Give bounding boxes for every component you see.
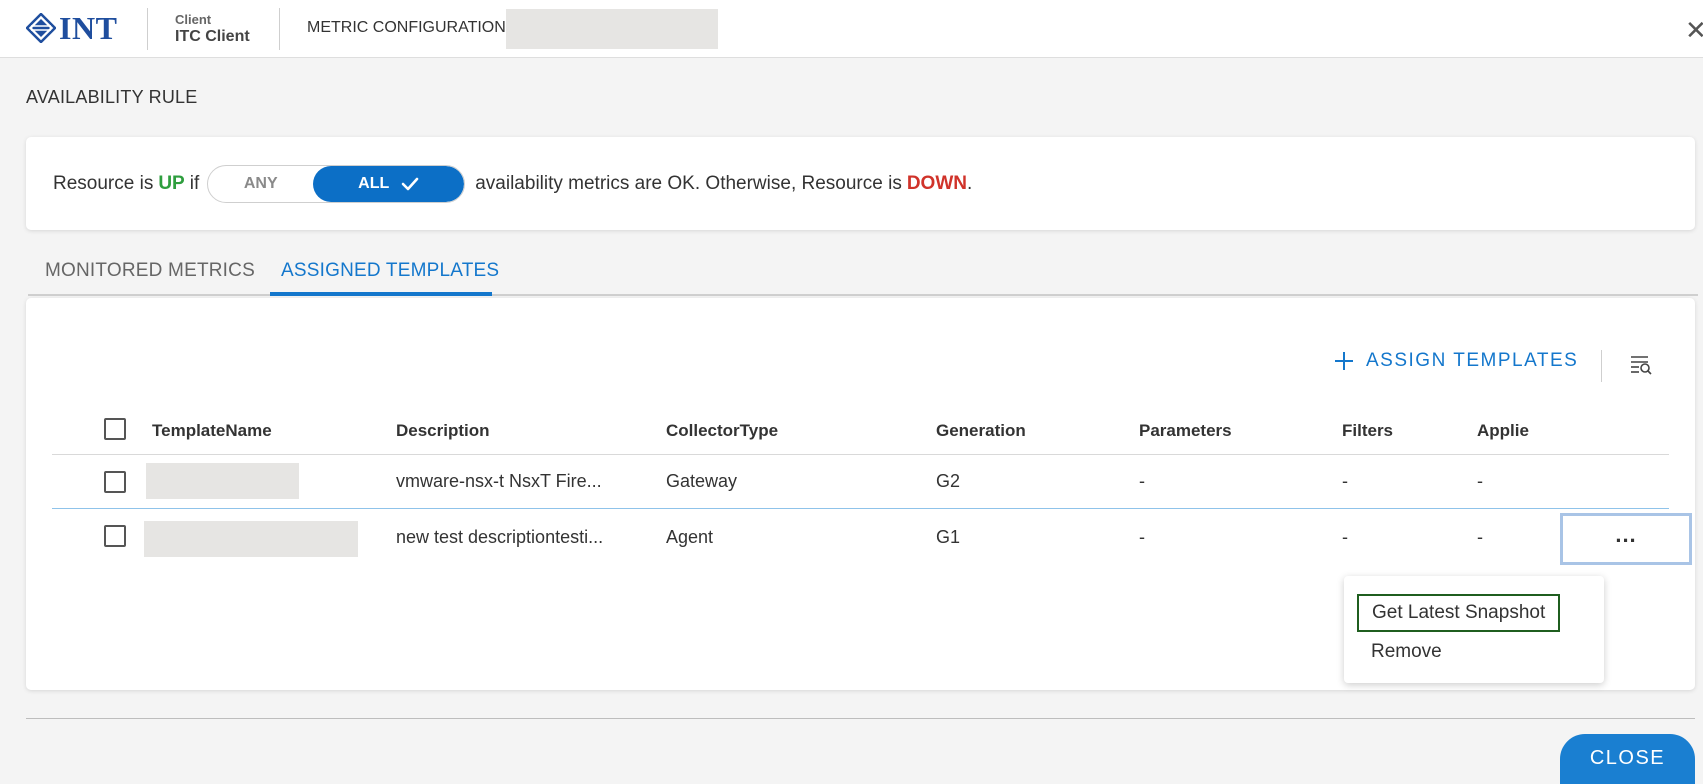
active-tab-indicator <box>270 292 492 296</box>
tab-bar: MONITORED METRICS ASSIGNED TEMPLATES <box>28 250 1698 296</box>
app-header: INT Client ITC Client METRIC CONFIGURATI… <box>0 0 1703 58</box>
header-divider <box>279 8 280 50</box>
column-header[interactable]: Applie <box>1477 421 1533 441</box>
plus-icon <box>1335 352 1353 370</box>
client-info: Client ITC Client <box>175 12 250 46</box>
toolbar-divider <box>1601 350 1602 382</box>
table-header: TemplateName Description CollectorType G… <box>52 408 1669 455</box>
row-checkbox[interactable] <box>104 471 126 493</box>
logo-text: INT <box>59 10 118 46</box>
row-description: vmware-nsx-t NsxT Fire... <box>396 471 602 491</box>
row-applied: - <box>1477 527 1483 547</box>
toggle-any-option[interactable]: ANY <box>208 166 313 202</box>
footer-divider <box>26 718 1695 719</box>
rule-prefix: Resource is <box>53 173 154 194</box>
row-actions-menu: Get Latest Snapshot Remove <box>1344 576 1604 683</box>
redacted-template-name <box>144 521 358 557</box>
down-status: DOWN <box>906 173 967 194</box>
up-status: UP <box>158 173 185 194</box>
column-header[interactable]: Generation <box>936 421 1026 441</box>
select-all-checkbox[interactable] <box>104 418 126 440</box>
rule-suffix: . <box>966 173 973 194</box>
column-header[interactable]: Filters <box>1342 421 1393 441</box>
checkmark-icon <box>401 177 419 191</box>
redacted-template-name <box>146 463 299 499</box>
row-filters: - <box>1342 471 1348 491</box>
column-header[interactable]: CollectorType <box>666 421 778 441</box>
row-description: new test descriptiontesti... <box>396 527 604 547</box>
row-applied: - <box>1477 471 1483 491</box>
column-header[interactable]: Parameters <box>1139 421 1232 441</box>
page-title: METRIC CONFIGURATION - <box>307 19 516 36</box>
section-title: AVAILABILITY RULE <box>26 87 198 107</box>
more-icon: ... <box>1615 522 1637 547</box>
header-divider <box>147 8 148 50</box>
assign-templates-label: ASSIGN TEMPLATES <box>1366 350 1579 371</box>
table-row[interactable]: new test descriptiontesti... Agent G1 - … <box>52 509 1692 565</box>
availability-rule-sentence: Resource is UP if ANY ALL availability m… <box>53 165 972 203</box>
search-filter-icon[interactable] <box>1630 355 1652 375</box>
row-collector-type: Gateway <box>666 471 738 491</box>
tab-monitored-metrics[interactable]: MONITORED METRICS <box>45 260 255 282</box>
rule-if: if <box>189 173 200 194</box>
row-collector-type: Agent <box>666 527 714 547</box>
int-logo[interactable]: INT <box>26 12 117 44</box>
any-all-toggle[interactable]: ANY ALL <box>207 165 466 203</box>
client-label: Client <box>175 12 212 27</box>
row-parameters: - <box>1139 527 1145 547</box>
column-header[interactable]: Description <box>396 421 490 441</box>
remove-item[interactable]: Remove <box>1371 641 1442 663</box>
availability-rule-card: Resource is UP if ANY ALL availability m… <box>26 137 1695 230</box>
close-icon[interactable]: ✕ <box>1685 17 1703 43</box>
client-name: ITC Client <box>175 28 250 45</box>
row-actions-button[interactable]: ... <box>1560 513 1692 565</box>
get-latest-snapshot-item[interactable]: Get Latest Snapshot <box>1357 594 1561 632</box>
rule-middle: availability metrics are OK. Otherwise, … <box>475 173 902 194</box>
assign-templates-button[interactable]: ASSIGN TEMPLATES <box>1334 350 1578 372</box>
row-generation: G2 <box>936 471 961 491</box>
tab-assigned-templates[interactable]: ASSIGNED TEMPLATES <box>281 260 499 282</box>
redacted-resource-name <box>506 9 718 49</box>
close-button[interactable]: CLOSE <box>1560 734 1695 784</box>
row-parameters: - <box>1139 471 1145 491</box>
row-generation: G1 <box>936 527 961 547</box>
toggle-all-option[interactable]: ALL <box>313 166 465 202</box>
column-header[interactable]: TemplateName <box>152 421 272 441</box>
row-checkbox[interactable] <box>104 525 126 547</box>
toggle-all-label: ALL <box>358 175 390 192</box>
row-filters: - <box>1342 527 1348 547</box>
table-row[interactable]: vmware-nsx-t NsxT Fire... Gateway G2 - -… <box>52 455 1669 509</box>
int-logo-icon <box>26 13 56 43</box>
